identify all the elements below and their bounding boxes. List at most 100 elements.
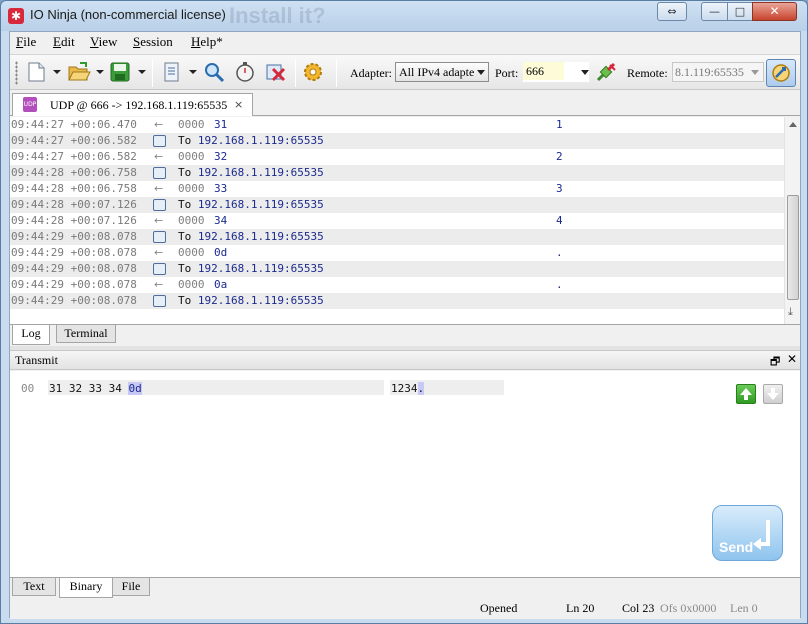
log-row[interactable]: 09:44:29 +00:08.078 To 192.168.1.119:6553… xyxy=(10,293,784,309)
ascii-selection: . xyxy=(417,382,425,395)
log-row[interactable]: 09:44:27 +00:06.582 ← 0000 32 2 xyxy=(10,149,784,165)
log-row[interactable]: 09:44:29 +00:08.078 ← 0000 0d. xyxy=(10,245,784,261)
status-bar: Opened Ln 20 Col 23 Ofs 0x0000 Len 0 xyxy=(10,599,800,619)
log-row[interactable]: 09:44:27 +00:06.582 To 192.168.1.119:6553… xyxy=(10,133,784,149)
log-to-label: To xyxy=(178,166,192,179)
auto-connect-toggle[interactable] xyxy=(766,59,796,87)
toolbar-separator xyxy=(336,59,337,87)
switch-window-button[interactable]: ⇔ xyxy=(657,2,687,21)
rx-arrow-icon: ← xyxy=(154,118,164,131)
tab-text[interactable]: Text xyxy=(12,578,56,596)
session-settings-dropdown-icon[interactable] xyxy=(189,70,197,74)
transmit-pane-header: Transmit 🗗 ✕ xyxy=(10,350,800,370)
log-row[interactable]: 09:44:28 +00:06.758 To 192.168.1.119:6553… xyxy=(10,165,784,181)
log-to-address: 192.168.1.119:65535 xyxy=(197,198,324,211)
log-to-text: To 192.168.1.119:65535 xyxy=(178,133,324,149)
history-up-button[interactable] xyxy=(736,384,756,404)
remote-label: Remote: xyxy=(627,66,668,80)
menu-help[interactable]: Help* xyxy=(191,34,223,50)
status-line: Ln 20 xyxy=(566,601,595,615)
log-scrollbar[interactable]: ⤓ xyxy=(784,117,800,324)
close-pane-icon[interactable]: ✕ xyxy=(787,352,797,366)
new-session-icon[interactable] xyxy=(25,61,47,83)
toolbar-separator xyxy=(295,59,296,87)
title-bar[interactable]: ✱ IO Ninja (non-commercial license) Inst… xyxy=(1,1,807,31)
log-ascii: 4 xyxy=(556,214,563,227)
settings-gear-icon[interactable] xyxy=(302,61,324,83)
remote-address-input[interactable]: 8.1.119:65535 xyxy=(672,62,764,82)
menu-edit[interactable]: Edit xyxy=(53,34,75,50)
menu-session[interactable]: Session xyxy=(133,34,173,50)
tab-file[interactable]: File xyxy=(112,578,150,596)
save-dropdown-icon[interactable] xyxy=(138,70,146,74)
port-input[interactable]: 666 xyxy=(523,62,589,82)
connect-plug-icon[interactable] xyxy=(595,61,617,83)
stopwatch-icon[interactable] xyxy=(234,61,256,83)
rx-arrow-icon: ← xyxy=(154,278,164,291)
toolbar-separator xyxy=(152,59,153,87)
send-button[interactable]: Send xyxy=(712,505,783,561)
maximize-button[interactable]: □ xyxy=(727,2,753,21)
session-settings-icon[interactable] xyxy=(161,61,183,83)
send-to-icon xyxy=(153,135,166,147)
log-offset: 0000 xyxy=(178,118,205,131)
menu-file[interactable]: File xyxy=(16,34,36,50)
status-column: Col 23 xyxy=(622,601,655,615)
log-to-text: To 192.168.1.119:65535 xyxy=(178,261,324,277)
chevron-down-icon xyxy=(751,70,759,75)
log-view[interactable]: 09:44:27 +00:06.470 ← 0000 31 1 09:44:27 +00:… xyxy=(10,117,800,324)
log-row[interactable]: 09:44:29 +00:08.078 To 192.168.1.119:6553… xyxy=(10,229,784,245)
rx-arrow-icon: ← xyxy=(154,182,164,195)
chevron-down-icon[interactable] xyxy=(581,70,589,75)
tab-binary[interactable]: Binary xyxy=(59,578,113,598)
clear-log-icon[interactable] xyxy=(264,61,286,83)
adapter-select[interactable]: All IPv4 adapte xyxy=(395,62,489,82)
save-icon[interactable] xyxy=(109,61,131,83)
log-timestamp: 09:44:28 +00:06.758 xyxy=(11,166,137,179)
hex-offset: 00 xyxy=(21,382,35,395)
transmit-title: Transmit xyxy=(15,353,58,367)
open-dropdown-icon[interactable] xyxy=(96,70,104,74)
close-icon[interactable]: × xyxy=(234,98,243,111)
log-timestamp: 09:44:29 +00:08.078 xyxy=(11,262,137,275)
toolbar-grip[interactable] xyxy=(15,61,18,85)
close-window-button[interactable]: ✕ xyxy=(752,2,797,21)
hex-bytes[interactable]: 31 32 33 34 0d xyxy=(49,382,142,395)
tab-log[interactable]: Log xyxy=(12,325,50,345)
log-row[interactable]: 09:44:29 +00:08.078 To 192.168.1.119:6553… xyxy=(10,261,784,277)
app-window: ✱ IO Ninja (non-commercial license) Inst… xyxy=(0,0,808,624)
transmit-hex-editor[interactable]: 00 31 32 33 34 0d 1234. Send xyxy=(10,371,800,577)
status-state: Opened xyxy=(480,601,518,615)
send-to-icon xyxy=(153,263,166,275)
scroll-up-icon[interactable] xyxy=(789,122,797,127)
hex-selection: 0d xyxy=(128,382,142,395)
history-down-button[interactable] xyxy=(763,384,783,404)
float-pane-icon[interactable]: 🗗 xyxy=(770,353,780,372)
log-timestamp: 09:44:28 +00:07.126 xyxy=(11,214,137,227)
log-row[interactable]: 09:44:27 +00:06.470 ← 0000 31 1 xyxy=(10,117,784,133)
log-timestamp: 09:44:27 +00:06.582 xyxy=(11,150,137,163)
log-hex: 0a xyxy=(214,278,228,291)
log-row[interactable]: 09:44:29 +00:08.078 ← 0000 0a. xyxy=(10,277,784,293)
ascii-text[interactable]: 1234. xyxy=(391,382,425,395)
scroll-to-end-icon[interactable]: ⤓ xyxy=(788,305,793,319)
log-to-text: To 192.168.1.119:65535 xyxy=(178,165,324,181)
tab-terminal[interactable]: Terminal xyxy=(56,325,116,343)
log-hex: 32 xyxy=(214,150,228,163)
session-tab[interactable]: UDP UDP @ 666 -> 192.168.1.119:65535 × xyxy=(12,93,253,116)
find-icon[interactable] xyxy=(203,61,225,83)
menu-view[interactable]: View xyxy=(90,34,117,50)
log-row[interactable]: 09:44:28 +00:06.758 ← 0000 33 3 xyxy=(10,181,784,197)
open-icon[interactable] xyxy=(67,61,91,83)
new-session-dropdown-icon[interactable] xyxy=(53,70,61,74)
minimize-button[interactable]: — xyxy=(701,2,728,21)
adapter-label: Adapter: xyxy=(350,66,392,80)
log-offset: 0000 xyxy=(178,214,205,227)
log-row[interactable]: 09:44:28 +00:07.126 To 192.168.1.119:6553… xyxy=(10,197,784,213)
log-ascii: 1 xyxy=(556,118,563,131)
menu-bar: File Edit View Session Help* xyxy=(10,32,800,53)
log-to-label: To xyxy=(178,294,192,307)
log-hex: 31 xyxy=(214,118,228,131)
log-row[interactable]: 09:44:28 +00:07.126 ← 0000 34 4 xyxy=(10,213,784,229)
scrollbar-thumb[interactable] xyxy=(787,195,799,300)
